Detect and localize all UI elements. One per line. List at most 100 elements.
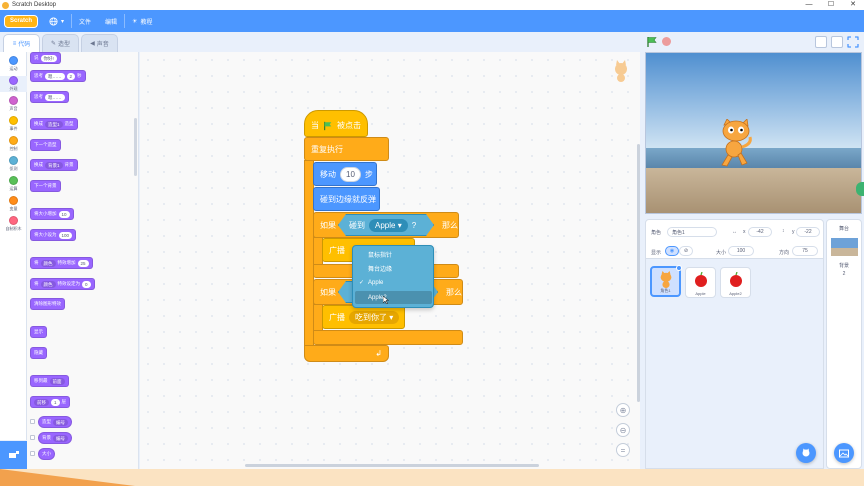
sprite-thumbnail-apple[interactable]: Apple <box>685 267 716 298</box>
bounce-on-edge-block[interactable]: 碰到边缘就反弹 <box>313 187 380 211</box>
go-to-layer-block[interactable]: 移到最 前面 <box>30 375 69 387</box>
dropdown-option-apple[interactable]: ✓ Apple <box>355 276 432 289</box>
sprite-thumbnail-cat[interactable]: 角色1 <box>650 265 682 297</box>
block-dropdown[interactable]: 编号 <box>53 418 68 426</box>
add-sprite-button[interactable] <box>796 443 816 463</box>
block-input[interactable]: 2 <box>66 72 76 80</box>
move-steps-block[interactable]: 移动 10 步 <box>313 162 377 186</box>
tab-costumes[interactable]: ✎ 造型 <box>42 34 79 52</box>
forever-block-top[interactable]: 重复执行 <box>304 137 389 161</box>
tab-sounds[interactable]: ◀ 声音 <box>81 34 118 52</box>
dropdown-option-apple2[interactable]: Apple2 <box>355 291 432 304</box>
file-menu[interactable]: 文件 <box>72 10 98 32</box>
block-input[interactable]: 0 <box>82 280 91 288</box>
costume-number-checkbox[interactable] <box>30 419 35 424</box>
y-position-input[interactable]: -22 <box>796 227 820 237</box>
size-reporter[interactable]: 大小 <box>38 448 55 460</box>
fullscreen-icon[interactable] <box>847 36 859 48</box>
palette-scrollbar[interactable] <box>134 118 137 176</box>
costume-number-reporter[interactable]: 造型 编号 <box>38 416 72 428</box>
zoom-reset-button[interactable]: = <box>616 443 630 457</box>
set-size-block[interactable]: 将大小设为 100 <box>30 229 77 241</box>
direction-input[interactable]: 75 <box>792 246 818 256</box>
block-dropdown[interactable]: 造型1 <box>45 120 63 128</box>
hide-invisible-button[interactable]: ⊘ <box>679 246 693 256</box>
show-visible-button[interactable]: ◉ <box>665 246 679 256</box>
change-layer-block[interactable]: 前移 1 层 <box>30 396 71 408</box>
category-sound[interactable]: 声音 <box>0 96 27 112</box>
change-size-block[interactable]: 将大小增加 10 <box>30 208 74 220</box>
stage-canvas[interactable] <box>645 52 862 214</box>
block-dropdown[interactable]: 背景1 <box>45 161 63 169</box>
next-backdrop-block[interactable]: 下一个背景 <box>30 180 61 192</box>
block-input[interactable]: 嗯…… <box>45 93 65 101</box>
category-looks[interactable]: 外观 <box>0 76 27 92</box>
block-dropdown[interactable]: 颜色 <box>40 280 56 288</box>
block-dropdown[interactable]: 前面 <box>49 377 65 385</box>
language-menu[interactable]: ▾ <box>42 10 71 32</box>
stage-backdrop-panel[interactable]: 舞台 背景 2 <box>826 219 862 469</box>
maximize-button[interactable]: ☐ <box>820 0 842 10</box>
dropdown-option-edge[interactable]: 舞台边缘 <box>355 262 432 275</box>
edit-menu[interactable]: 编辑 <box>98 10 124 32</box>
hide-block[interactable]: 隐藏 <box>30 347 47 359</box>
change-effect-block[interactable]: 将颜色 特效增加 25 <box>30 257 93 269</box>
category-variables[interactable]: 变量 <box>0 196 27 212</box>
category-my-blocks[interactable]: 自制积木 <box>0 216 27 232</box>
tutorials-menu[interactable]: ☀ 教程 <box>125 10 159 32</box>
sprite-name-input[interactable]: 角色1 <box>667 227 717 237</box>
category-events[interactable]: 事件 <box>0 116 27 132</box>
add-extension-button[interactable] <box>0 441 27 469</box>
zoom-out-button[interactable]: ⊖ <box>616 423 630 437</box>
when-flag-clicked-block[interactable]: 当 被点击 <box>304 110 368 137</box>
stage-side-tab[interactable] <box>856 182 864 196</box>
set-effect-block[interactable]: 将颜色 特效设定为 0 <box>30 278 95 290</box>
small-stage-button[interactable] <box>815 36 827 48</box>
workspace-horizontal-scrollbar[interactable] <box>245 464 539 467</box>
block-input[interactable]: 1 <box>51 398 60 406</box>
broadcast-block-2[interactable]: 广播 吃到你了 ▾ <box>322 305 405 329</box>
broadcast-message-dropdown[interactable]: 吃到你了 ▾ <box>349 310 400 324</box>
backdrop-number-reporter[interactable]: 背景 编号 <box>38 432 72 444</box>
size-input[interactable]: 100 <box>728 246 754 256</box>
zoom-in-button[interactable]: ⊕ <box>616 403 630 417</box>
next-costume-block[interactable]: 下一个造型 <box>30 139 61 151</box>
stop-button[interactable] <box>662 37 671 46</box>
switch-backdrop-block[interactable]: 换成 背景1 背景 <box>30 159 78 171</box>
block-input[interactable]: 100 <box>58 231 73 239</box>
category-operators[interactable]: 运算 <box>0 176 27 192</box>
delete-sprite-icon[interactable] <box>676 265 682 271</box>
dropdown-option-mouse-pointer[interactable]: 鼠标指针 <box>355 248 432 261</box>
workspace-vertical-scrollbar[interactable] <box>637 144 640 402</box>
show-block[interactable]: 显示 <box>30 326 47 338</box>
category-control[interactable]: 控制 <box>0 136 27 152</box>
move-steps-input[interactable]: 10 <box>340 166 361 182</box>
think-for-block[interactable]: 思考 嗯…… 2 秒 <box>30 70 86 82</box>
clear-effects-block[interactable]: 清除图形特效 <box>30 298 65 310</box>
size-checkbox[interactable] <box>30 451 35 456</box>
close-button[interactable]: ✕ <box>842 0 864 10</box>
touching-block[interactable]: 碰到 Apple ▾ ? <box>338 214 434 236</box>
block-input[interactable]: 10 <box>58 210 70 218</box>
block-input[interactable]: 25 <box>77 259 89 267</box>
category-motion[interactable]: 运动 <box>0 56 27 72</box>
think-block[interactable]: 思考 嗯…… <box>30 91 69 103</box>
switch-costume-block[interactable]: 换成 造型1 造型 <box>30 118 78 130</box>
backdrop-number-checkbox[interactable] <box>30 435 35 440</box>
block-input[interactable]: 你好! <box>40 54 57 62</box>
category-sensing[interactable]: 侦测 <box>0 156 27 172</box>
block-input[interactable]: 嗯…… <box>45 72 65 80</box>
add-backdrop-button[interactable] <box>834 443 854 463</box>
say-for-block[interactable]: 说你好! <box>30 52 61 64</box>
block-dropdown[interactable]: 前移 <box>34 398 49 406</box>
block-dropdown[interactable]: 编号 <box>53 434 68 442</box>
green-flag-icon[interactable] <box>646 36 658 48</box>
x-position-input[interactable]: -42 <box>748 227 772 237</box>
touching-target-dropdown[interactable]: Apple ▾ <box>369 219 408 232</box>
tab-code[interactable]: ≡ 代码 <box>3 34 40 52</box>
minimize-button[interactable]: — <box>798 0 820 10</box>
sprite-thumbnail-apple2[interactable]: Apple2 <box>720 267 751 298</box>
large-stage-button[interactable] <box>831 36 843 48</box>
scratch-logo[interactable]: Scratch <box>4 14 38 28</box>
block-dropdown[interactable]: 颜色 <box>40 259 56 267</box>
